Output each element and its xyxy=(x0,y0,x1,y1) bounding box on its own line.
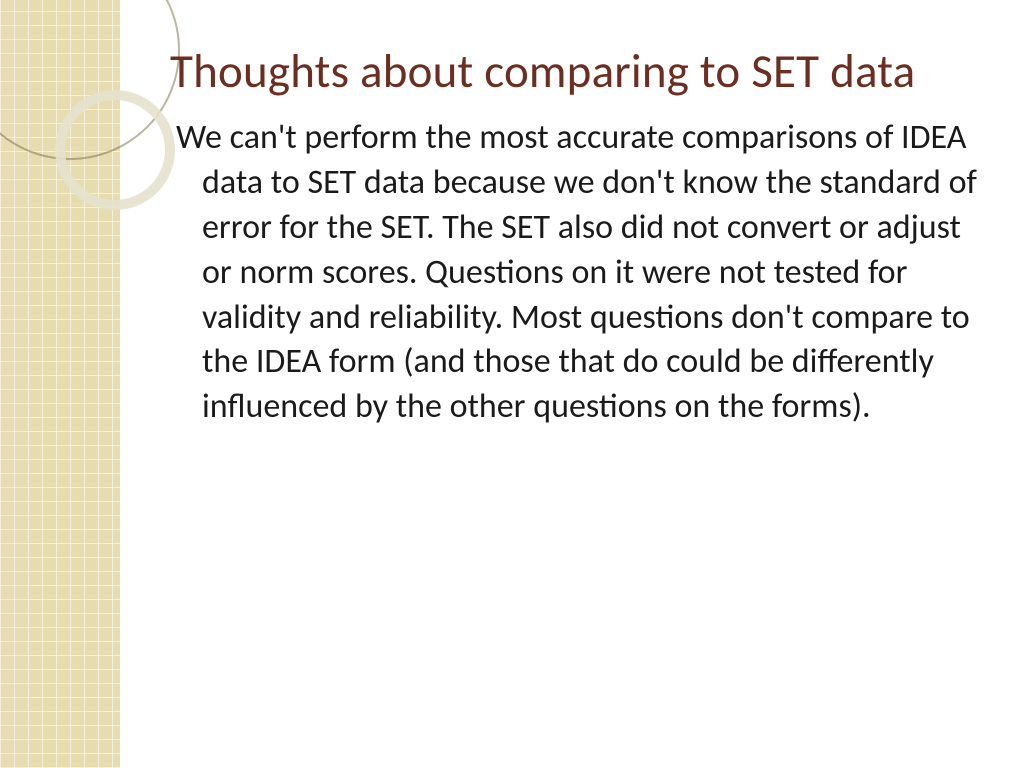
slide-body-text: We can't perform the most accurate compa… xyxy=(196,116,984,430)
slide-title: Thoughts about comparing to SET data xyxy=(170,44,984,98)
decorative-circle-small xyxy=(55,90,175,210)
slide: Thoughts about comparing to SET data We … xyxy=(0,0,1024,768)
slide-content: Thoughts about comparing to SET data We … xyxy=(170,44,984,430)
